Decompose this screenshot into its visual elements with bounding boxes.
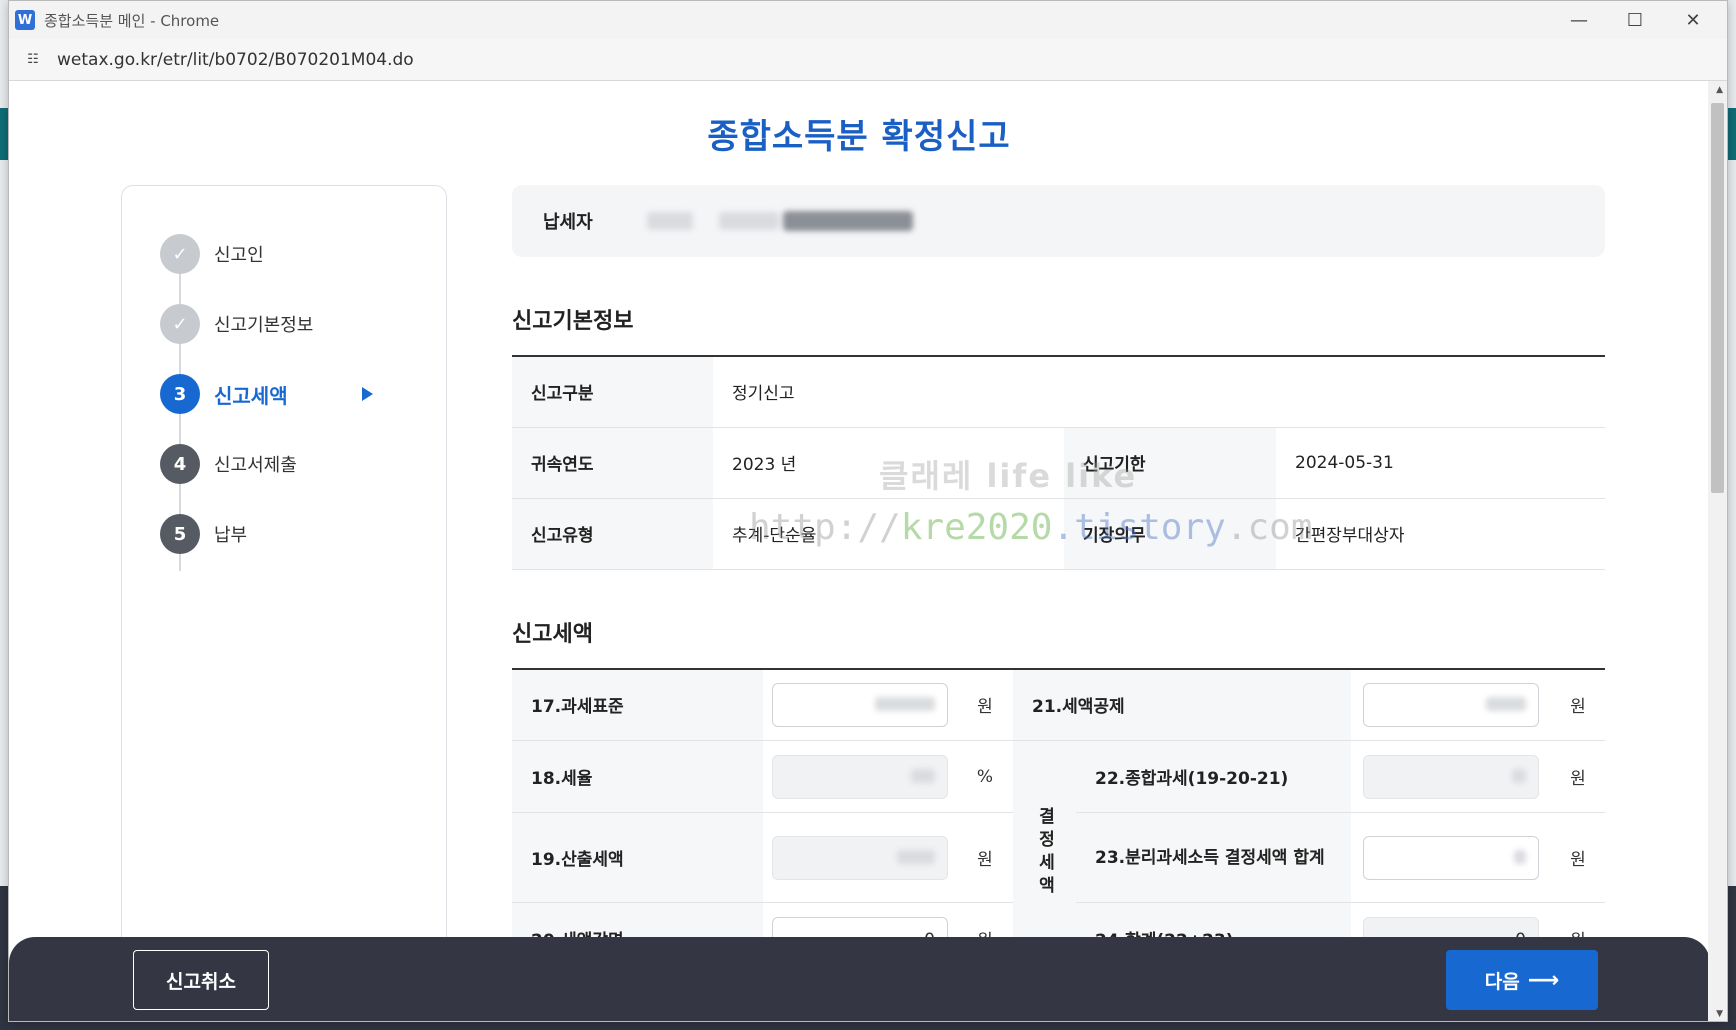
- progress-stepper: ✓ 신고인 ✓ 신고기본정보 3 신고세액 4 신고서제출 5 납부: [121, 185, 447, 1021]
- filing-type-label: 신고구분: [512, 356, 713, 428]
- cancel-filing-button[interactable]: 신고취소: [133, 950, 269, 1010]
- next-button[interactable]: 다음 ⟶: [1446, 950, 1598, 1010]
- watermark-part: kre2020: [900, 507, 1053, 548]
- page-title: 종합소득분 확정신고: [707, 117, 1011, 157]
- step-payment[interactable]: 5 납부: [160, 514, 247, 554]
- separate-tax-input[interactable]: [1363, 835, 1539, 880]
- maximize-icon[interactable]: ☐: [1607, 1, 1663, 39]
- step-label: 신고서제출: [214, 455, 297, 476]
- r19-cell: [763, 812, 957, 903]
- step-tax-amount[interactable]: 3 신고세액: [160, 374, 288, 414]
- unit-won: 원: [1551, 740, 1605, 813]
- step-basic-info[interactable]: ✓ 신고기본정보: [160, 304, 313, 344]
- tax-amount-title: 신고세액: [512, 621, 593, 647]
- r19-label: 19.산출세액: [512, 812, 763, 903]
- step-number: 4: [160, 444, 200, 484]
- table-row: 17.과세표준 원 21.세액공제 원: [512, 668, 1605, 741]
- arrow-right-icon: ⟶: [1527, 967, 1560, 993]
- check-icon: ✓: [160, 304, 200, 344]
- redacted-id-suffix: [782, 211, 913, 231]
- close-icon[interactable]: ✕: [1665, 1, 1721, 39]
- page-content: 종합소득분 확정신고 ✓ 신고인 ✓ 신고기본정보 3 신고세액 4 신고서제출: [9, 81, 1709, 1021]
- step-label: 신고인: [214, 245, 264, 266]
- computed-tax-field: [772, 835, 948, 880]
- step-reporter[interactable]: ✓ 신고인: [160, 234, 264, 274]
- r21-label: 21.세액공제: [1013, 668, 1351, 741]
- r23-cell: [1351, 812, 1551, 903]
- redacted-value: [1514, 849, 1526, 864]
- unit-percent: %: [957, 740, 1013, 813]
- title-bar: W 종합소득분 메인 - Chrome — ☐ ✕: [9, 1, 1727, 39]
- address-bar: ☷ wetax.go.kr/etr/lit/b0702/B070201M04.d…: [9, 39, 1727, 81]
- redacted-value: [1512, 768, 1526, 783]
- r22-cell: [1351, 740, 1551, 813]
- tax-base-input[interactable]: [772, 682, 948, 727]
- active-step-arrow-icon: [362, 387, 373, 401]
- next-button-label: 다음: [1484, 970, 1520, 993]
- unit-won: 원: [957, 668, 1013, 741]
- watermark-part: http://: [749, 507, 901, 548]
- tax-amount-table: 17.과세표준 원 21.세액공제 원 18.세율 % 결정세액 22.종합과세…: [512, 667, 1605, 975]
- table-row: 18.세율 % 결정세액 22.종합과세(19-20-21) 원: [512, 740, 1605, 975]
- step-label: 납부: [214, 525, 248, 546]
- table-row: 신고구분 정기신고: [512, 356, 1605, 428]
- url-text[interactable]: wetax.go.kr/etr/lit/b0702/B070201M04.do: [57, 50, 414, 70]
- watermark-part: .com: [1225, 507, 1313, 548]
- step-number: 3: [160, 374, 200, 414]
- redacted-value: [897, 849, 935, 864]
- popup-window: W 종합소득분 메인 - Chrome — ☐ ✕ ☷ wetax.go.kr/…: [8, 0, 1728, 1022]
- bookkeeping-value: 간편장부대상자: [1276, 498, 1605, 570]
- r23-label: 23.분리과세소득 결정세액 합계: [1076, 812, 1351, 903]
- r21-cell: [1351, 668, 1551, 741]
- redacted-value: [1486, 696, 1526, 711]
- filing-type-value: 정기신고: [713, 356, 1605, 428]
- redacted-name: [646, 212, 693, 230]
- wetax-app-icon: W: [15, 10, 35, 30]
- redacted-value: [875, 696, 935, 711]
- scrollbar-thumb[interactable]: [1711, 103, 1724, 493]
- vertical-scrollbar[interactable]: ▲ ▼: [1708, 81, 1727, 1021]
- unit-won: 원: [1551, 812, 1605, 903]
- r17-label: 17.과세표준: [512, 668, 763, 741]
- main-panel: 납세자 신고기본정보 신고구분 정기신고 귀속연도 2023 년 신고기한 20…: [512, 185, 1605, 975]
- watermark-part: .tistory: [1052, 507, 1226, 548]
- r18-cell: [763, 740, 957, 813]
- deadline-value: 2024-05-31: [1276, 427, 1605, 499]
- site-settings-icon[interactable]: ☷: [23, 50, 43, 70]
- unit-won: 원: [1551, 668, 1605, 741]
- tax-rate-field: [772, 754, 948, 799]
- step-number: 5: [160, 514, 200, 554]
- scroll-down-icon[interactable]: ▼: [1716, 1009, 1723, 1019]
- year-label: 귀속연도: [512, 427, 713, 499]
- unit-won: 원: [957, 812, 1013, 903]
- taxpayer-label: 납세자: [543, 212, 593, 233]
- r22-label: 22.종합과세(19-20-21): [1076, 740, 1351, 813]
- section-label: 결정세액: [1034, 806, 1055, 899]
- minimize-icon[interactable]: —: [1551, 1, 1607, 39]
- step-label: 신고기본정보: [214, 315, 314, 336]
- comprehensive-tax-field: [1363, 754, 1539, 799]
- r18-label: 18.세율: [512, 740, 763, 813]
- r17-cell: [763, 668, 957, 741]
- redacted-id-prefix: [718, 212, 779, 230]
- redacted-value: [911, 768, 935, 783]
- basic-info-title: 신고기본정보: [512, 309, 634, 334]
- tax-credit-input[interactable]: [1363, 682, 1539, 727]
- bottom-action-bar: 신고취소 다음 ⟶: [9, 937, 1709, 1021]
- report-kind-label: 신고유형: [512, 498, 713, 570]
- taxpayer-box: 납세자: [512, 185, 1605, 257]
- window-title: 종합소득분 메인 - Chrome: [44, 11, 220, 30]
- check-icon: ✓: [160, 234, 200, 274]
- step-submit[interactable]: 4 신고서제출: [160, 444, 297, 484]
- scroll-up-icon[interactable]: ▲: [1716, 85, 1723, 95]
- watermark-line1: 클래레 life like: [879, 457, 1138, 495]
- step-label: 신고세액: [214, 383, 288, 408]
- watermark-line2: http://kre2020.tistory.com: [749, 507, 1313, 548]
